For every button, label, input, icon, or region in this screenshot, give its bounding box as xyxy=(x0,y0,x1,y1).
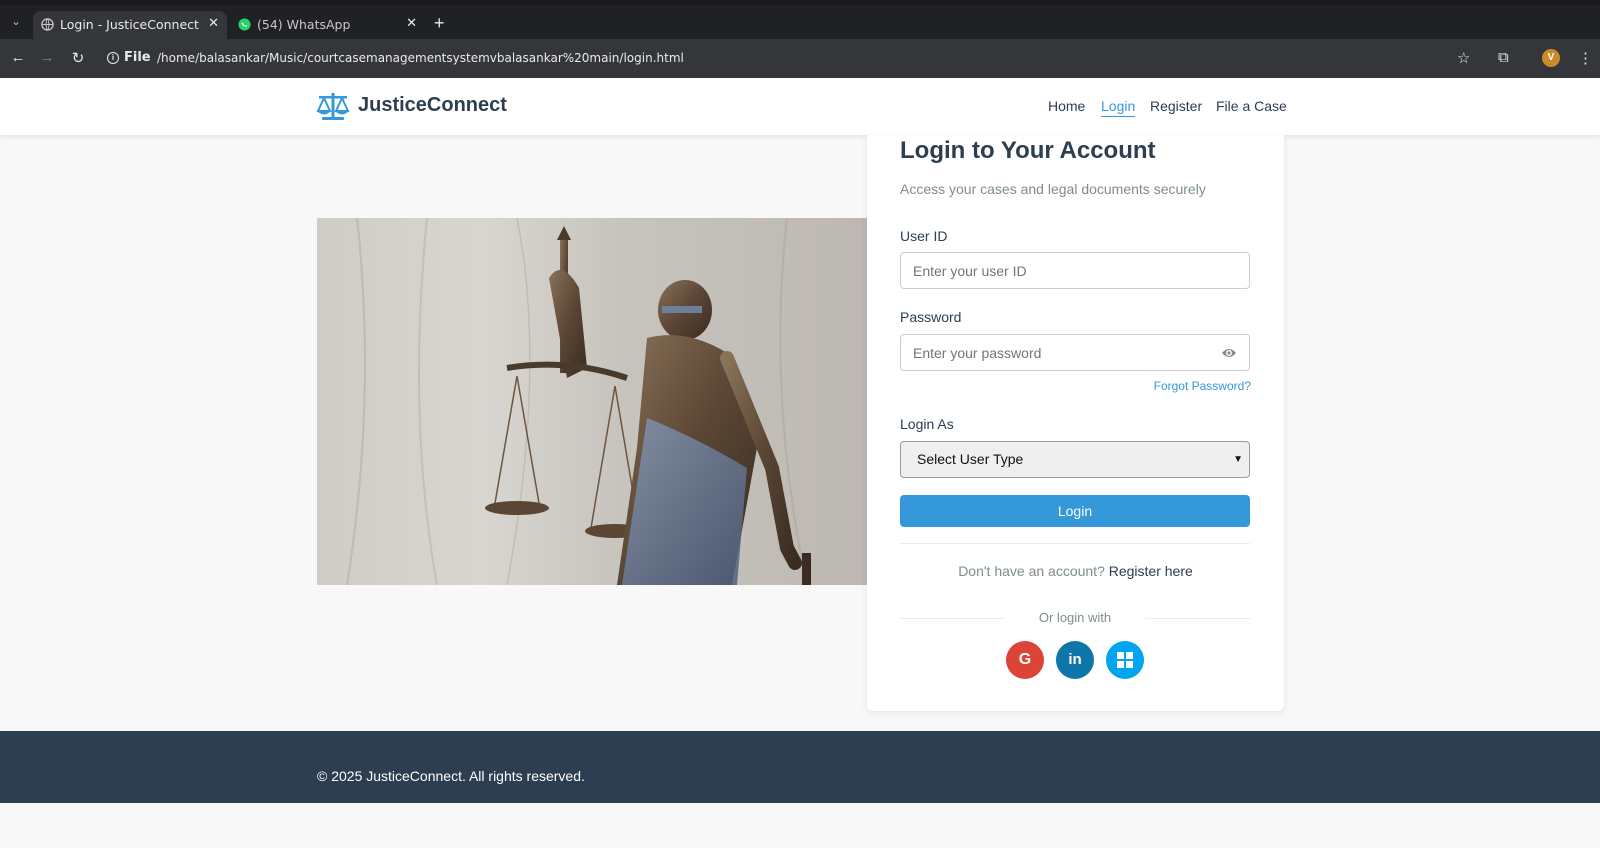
tab-strip: ⌄ Login - JusticeConnect ✕ (54) WhatsApp… xyxy=(0,6,1600,39)
linkedin-icon: in xyxy=(1068,651,1082,668)
windows-icon xyxy=(1117,652,1133,668)
close-tab-icon[interactable]: ✕ xyxy=(406,16,417,31)
new-tab-icon[interactable]: + xyxy=(434,14,445,32)
whatsapp-icon xyxy=(238,18,251,31)
google-login-button[interactable]: G xyxy=(1006,641,1044,679)
divider xyxy=(900,543,1250,544)
linkedin-login-button[interactable]: in xyxy=(1056,641,1094,679)
scales-icon xyxy=(316,93,350,120)
password-label: Password xyxy=(900,309,962,325)
tab-login[interactable]: Login - JusticeConnect ✕ xyxy=(33,11,227,39)
info-icon[interactable]: i xyxy=(107,52,119,64)
site-footer: © 2025 JusticeConnect. All rights reserv… xyxy=(0,731,1600,803)
userid-input[interactable] xyxy=(900,252,1250,289)
register-prompt: Don't have an account? Register here xyxy=(867,563,1284,579)
login-card: Login to Your Account Access your cases … xyxy=(867,135,1284,711)
tab-title: (54) WhatsApp xyxy=(257,17,351,32)
address-bar: ← → ↻ i File /home/balasankar/Music/cour… xyxy=(0,39,1600,78)
microsoft-login-button[interactable] xyxy=(1106,641,1144,679)
reload-icon[interactable]: ↻ xyxy=(69,49,87,67)
extensions-icon[interactable]: ⧉ xyxy=(1498,49,1509,66)
login-title: Login to Your Account xyxy=(900,137,1156,164)
profile-avatar[interactable]: V xyxy=(1542,49,1560,67)
globe-icon xyxy=(41,18,54,31)
or-login-with-text: Or login with xyxy=(1038,610,1112,625)
copyright-text: © 2025 JusticeConnect. All rights reserv… xyxy=(317,768,585,784)
tab-title: Login - JusticeConnect xyxy=(60,17,199,32)
nav-home[interactable]: Home xyxy=(1048,98,1085,114)
login-subtitle: Access your cases and legal documents se… xyxy=(900,181,1206,197)
back-icon[interactable]: ← xyxy=(9,49,27,66)
lady-justice-image xyxy=(317,218,867,585)
nav-file-a-case[interactable]: File a Case xyxy=(1216,98,1287,114)
login-as-label: Login As xyxy=(900,416,954,432)
login-button[interactable]: Login xyxy=(900,495,1250,527)
chevron-down-icon: ▼ xyxy=(1233,454,1243,465)
site-header: JusticeConnect Home Login Register File … xyxy=(0,78,1600,135)
close-tab-icon[interactable]: ✕ xyxy=(208,16,219,31)
bookmark-star-icon[interactable]: ☆ xyxy=(1457,49,1470,67)
google-icon: G xyxy=(1018,651,1032,668)
url-input[interactable]: /home/balasankar/Music/courtcasemanageme… xyxy=(157,51,684,65)
forgot-password-link[interactable]: Forgot Password? xyxy=(1154,379,1251,393)
scheme-label: File xyxy=(124,50,151,65)
forward-icon[interactable]: → xyxy=(38,49,56,66)
user-type-selected: Select User Type xyxy=(917,451,1024,467)
userid-label: User ID xyxy=(900,228,948,244)
user-type-select[interactable]: Select User Type ▼ xyxy=(900,441,1250,478)
no-account-text: Don't have an account? xyxy=(958,563,1105,579)
nav-login[interactable]: Login xyxy=(1101,98,1136,117)
tab-whatsapp[interactable]: (54) WhatsApp ✕ xyxy=(230,11,425,39)
brand-name[interactable]: JusticeConnect xyxy=(358,94,507,117)
or-divider: Or login with xyxy=(900,610,1250,626)
tab-search-icon[interactable]: ⌄ xyxy=(8,14,24,30)
nav-register[interactable]: Register xyxy=(1150,98,1202,114)
eye-icon[interactable] xyxy=(1221,347,1237,359)
register-link[interactable]: Register here xyxy=(1109,563,1193,579)
menu-icon[interactable]: ⋮ xyxy=(1578,49,1593,67)
password-input[interactable] xyxy=(900,334,1250,371)
